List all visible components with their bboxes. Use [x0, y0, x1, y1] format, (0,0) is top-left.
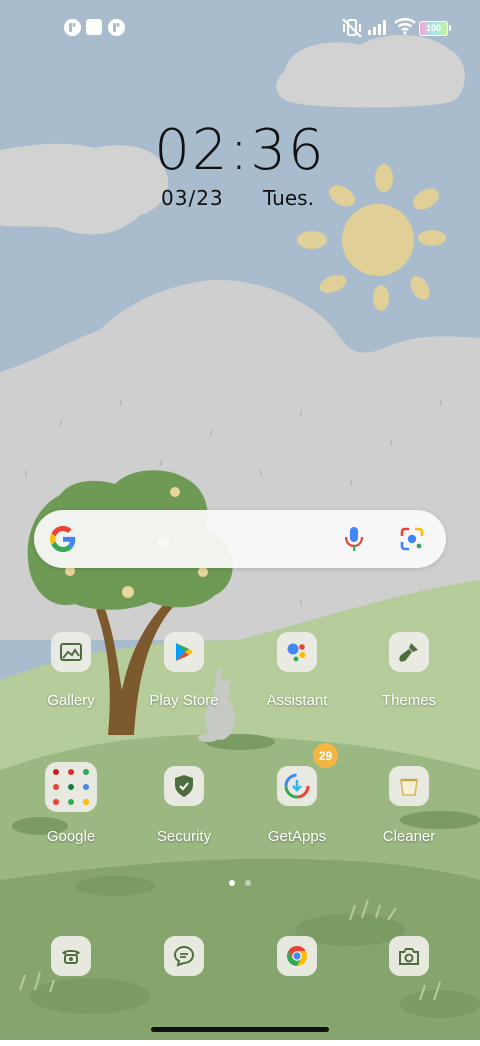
messages-icon[interactable] [164, 936, 204, 976]
app-label-gallery: Gallery [47, 692, 95, 709]
google-folder-icon[interactable] [45, 762, 97, 812]
clock-time[interactable]: 02:36 [0, 118, 480, 183]
clock-day: Tues. [263, 186, 314, 210]
google-lens-icon[interactable] [399, 526, 425, 552]
app-cleaner[interactable]: Cleaner [353, 766, 465, 876]
page-indicator-current[interactable] [229, 880, 235, 886]
assistant-icon[interactable] [277, 632, 317, 672]
battery-tip [449, 25, 451, 31]
app-label-play-store: Play Store [149, 692, 219, 709]
google-search-bar[interactable] [34, 510, 446, 568]
camera-icon[interactable] [389, 936, 429, 976]
microphone-icon[interactable] [343, 525, 365, 553]
gallery-icon[interactable] [51, 632, 91, 672]
app-themes[interactable]: Themes [353, 632, 465, 742]
app-gallery[interactable]: Gallery [15, 632, 127, 742]
notification-square-icon [86, 19, 102, 35]
app-label-cleaner: Cleaner [382, 828, 436, 845]
notification-app-icon [64, 19, 81, 36]
battery-level: 100 [425, 23, 442, 33]
dock-camera[interactable] [353, 936, 465, 1046]
home-gesture-bar[interactable] [151, 1027, 329, 1032]
app-label-getapps: GetApps [267, 828, 327, 845]
play-store-icon[interactable] [164, 632, 204, 672]
signal-icon [368, 20, 386, 35]
vibrate-off-icon [342, 18, 362, 38]
themes-brush-icon[interactable] [389, 632, 429, 672]
app-label-assistant: Assistant [266, 692, 328, 709]
battery-icon: 100 [419, 21, 448, 36]
chrome-icon[interactable] [277, 936, 317, 976]
wifi-icon [394, 18, 416, 35]
page-indicator[interactable] [245, 880, 251, 886]
app-assistant[interactable]: Assistant [241, 632, 353, 742]
getapps-icon[interactable] [277, 766, 317, 806]
app-label-themes: Themes [381, 692, 437, 709]
google-g-icon[interactable] [50, 526, 76, 552]
security-shield-icon[interactable] [164, 766, 204, 806]
cleaner-icon[interactable] [389, 766, 429, 806]
app-folder-google[interactable]: Google [15, 762, 127, 872]
app-play-store[interactable]: Play Store [128, 632, 240, 742]
app-security[interactable]: Security [128, 766, 240, 876]
app-label-security: Security [156, 828, 212, 845]
app-label-google: Google [46, 828, 96, 845]
getapps-notification-badge: 29 [313, 743, 338, 768]
phone-icon[interactable] [51, 936, 91, 976]
notification-app-icon [108, 19, 125, 36]
status-bar: 100 [0, 0, 480, 56]
dock-phone[interactable] [15, 936, 127, 1046]
clock-date: 03/23 [161, 186, 224, 210]
app-getapps[interactable]: GetApps [241, 766, 353, 876]
